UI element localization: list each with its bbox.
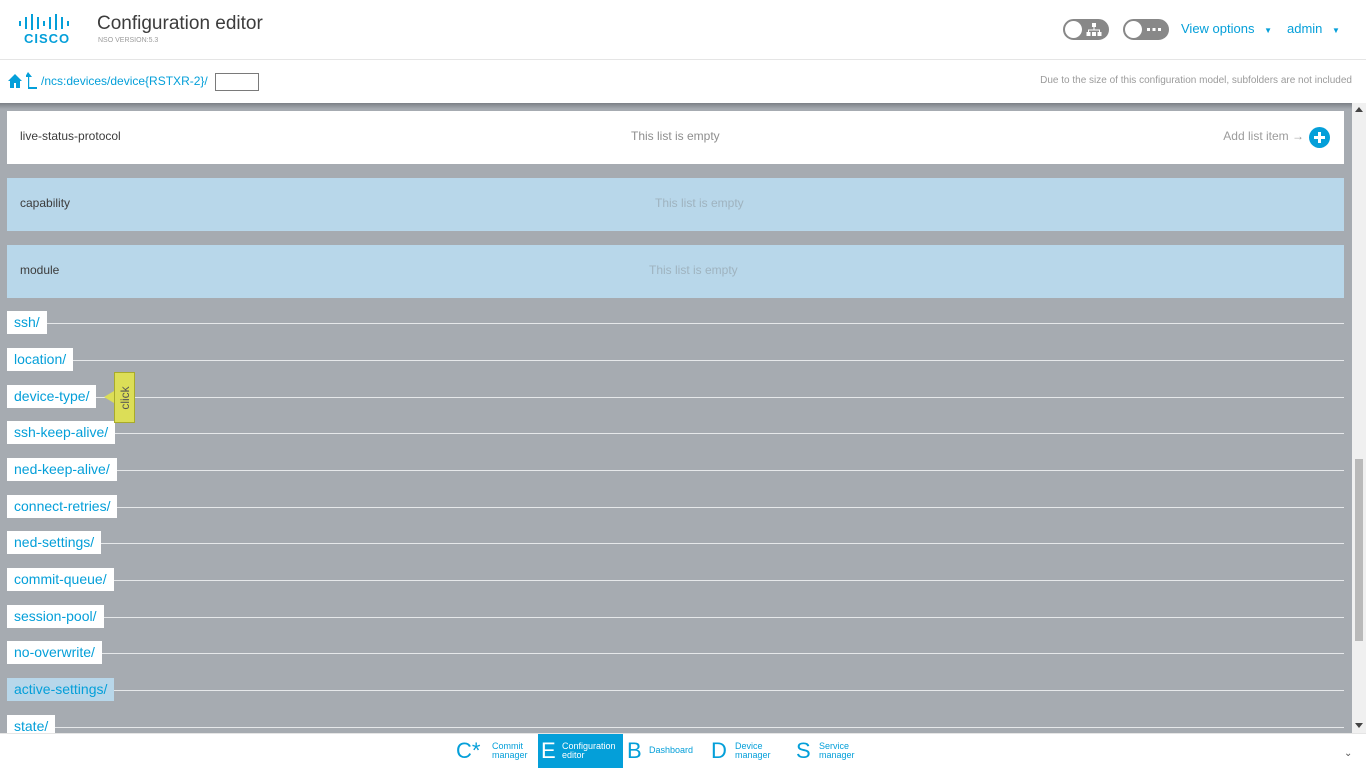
click-tag: click (114, 372, 135, 423)
folder-link[interactable]: device-type/ (7, 385, 97, 408)
page-title: Configuration editor (97, 13, 263, 34)
folder-row[interactable]: no-overwrite/ (7, 641, 1344, 665)
row-divider (7, 653, 1344, 654)
nav-commit-manager[interactable]: C* Commit manager (452, 734, 538, 768)
row-divider (7, 433, 1344, 434)
folder-row[interactable]: ssh/ (7, 311, 1344, 335)
folder-row[interactable]: commit-queue/ (7, 568, 1344, 592)
toggle-knob (1125, 21, 1142, 38)
nav-label: Commit manager (492, 741, 528, 760)
nav-label: Service manager (819, 741, 855, 760)
user-menu[interactable]: admin ▼ (1287, 21, 1340, 36)
details-toggle[interactable] (1123, 19, 1169, 40)
nav-letter: S (796, 738, 811, 763)
list-empty-text: This list is empty (649, 263, 738, 277)
folder-link[interactable]: commit-queue/ (7, 568, 114, 591)
folder-link[interactable]: connect-retries/ (7, 495, 118, 518)
folder-row[interactable]: ssh-keep-alive/ (7, 421, 1344, 445)
folder-row[interactable]: connect-retries/ (7, 495, 1344, 519)
scrollbar-thumb[interactable] (1355, 459, 1363, 641)
list-empty-text: This list is empty (655, 196, 744, 210)
vertical-scrollbar[interactable] (1352, 103, 1366, 733)
nav-configuration-editor[interactable]: E Configuration editor (538, 734, 623, 768)
folder-link[interactable]: state/ (7, 715, 56, 733)
caret-down-icon: ▼ (1264, 26, 1273, 35)
folder-row[interactable]: state/ (7, 715, 1344, 733)
folder-link[interactable]: ssh-keep-alive/ (7, 421, 116, 444)
subfolder-note: Due to the size of this configuration mo… (1040, 75, 1352, 86)
path-input[interactable] (215, 73, 259, 91)
folder-row[interactable]: location/ (7, 348, 1344, 372)
nav-dashboard[interactable]: B Dashboard (623, 734, 708, 768)
row-divider (7, 617, 1344, 618)
row-divider (7, 360, 1344, 361)
nav-letter: B (627, 738, 642, 763)
row-divider (7, 507, 1344, 508)
row-divider (7, 727, 1344, 728)
caret-down-icon: ▼ (1332, 26, 1340, 35)
nav-label: Device manager (735, 741, 771, 760)
folder-row[interactable]: active-settings/ (7, 678, 1344, 702)
config-content: live-status-protocol This list is empty … (0, 103, 1352, 733)
view-options-menu[interactable]: View options ▼ (1181, 21, 1272, 36)
click-tag-arrow (104, 391, 114, 403)
row-divider (7, 543, 1344, 544)
list-name: capability (20, 196, 71, 210)
version-label: NSO VERSION:5.3 (98, 37, 159, 44)
list-card[interactable]: capability This list is empty (7, 178, 1344, 231)
row-divider (7, 323, 1344, 324)
chevron-down-icon[interactable]: ⌄ (1344, 748, 1352, 759)
up-level-icon[interactable] (26, 72, 38, 90)
folder-row[interactable]: device-type/ (7, 385, 1344, 409)
breadcrumb[interactable]: /ncs:devices/device{RSTXR-2}/ (41, 74, 208, 88)
add-icon[interactable] (1309, 127, 1330, 148)
folder-link[interactable]: location/ (7, 348, 74, 371)
folder-link[interactable]: ned-keep-alive/ (7, 458, 117, 481)
scroll-up-icon[interactable] (1355, 107, 1363, 112)
row-divider (7, 397, 1344, 398)
view-options-label: View options (1181, 21, 1255, 36)
folder-link[interactable]: session-pool/ (7, 605, 104, 628)
folder-link[interactable]: ned-settings/ (7, 531, 102, 554)
tree-view-toggle[interactable] (1063, 19, 1109, 40)
list-empty-text: This list is empty (631, 129, 720, 143)
list-name: live-status-protocol (20, 129, 121, 143)
nav-device-manager[interactable]: D Device manager (708, 734, 793, 768)
row-divider (7, 580, 1344, 581)
hierarchy-icon (1086, 23, 1102, 36)
folder-row[interactable]: ned-keep-alive/ (7, 458, 1344, 482)
app-window: CISCO Configuration editor NSO VERSION:5… (0, 0, 1366, 768)
nav-service-manager[interactable]: S Service manager (793, 734, 879, 768)
folder-row[interactable]: session-pool/ (7, 605, 1344, 629)
list-card[interactable]: module This list is empty (7, 245, 1344, 298)
list-card[interactable]: live-status-protocol This list is empty … (7, 111, 1344, 164)
list-name: module (20, 263, 60, 277)
header: CISCO Configuration editor NSO VERSION:5… (0, 0, 1366, 60)
nav-label: Dashboard (649, 745, 694, 755)
folder-row[interactable]: ned-settings/ (7, 531, 1344, 555)
more-dots-icon (1147, 28, 1161, 31)
folder-link[interactable]: no-overwrite/ (7, 641, 102, 664)
nav-letter: E (541, 738, 556, 763)
cisco-logo: CISCO (18, 14, 74, 46)
toggle-knob (1065, 21, 1082, 38)
nav-letter: C* (456, 738, 481, 763)
nav-label: Configuration editor (562, 741, 616, 760)
logo-text: CISCO (24, 31, 71, 46)
folder-link[interactable]: ssh/ (7, 311, 47, 334)
user-label: admin (1287, 21, 1323, 36)
click-tag-label: click (118, 386, 132, 410)
folder-link[interactable]: active-settings/ (7, 678, 115, 701)
scroll-down-icon[interactable] (1355, 723, 1363, 728)
cisco-bars-icon (19, 14, 69, 30)
row-divider (7, 470, 1344, 471)
nav-letter: D (711, 738, 727, 763)
row-divider (7, 690, 1344, 691)
add-list-item-link[interactable]: Add list item → (1223, 129, 1304, 143)
home-icon[interactable] (8, 73, 22, 89)
